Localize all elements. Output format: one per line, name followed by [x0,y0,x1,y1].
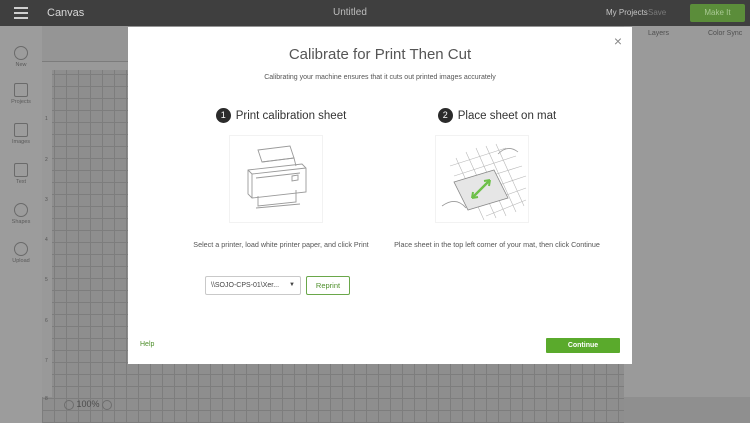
top-bar: Canvas Untitled My Projects Save Make It [0,0,750,26]
zoom-level: 100% [76,399,100,409]
tab-layers[interactable]: Layers [648,30,669,37]
step-number-badge: 2 [437,108,453,123]
left-ruler [42,62,52,397]
calibration-dialog: × Calibrate for Print Then Cut Calibrati… [128,27,632,364]
printer-illustration [229,135,323,223]
app-title: Canvas [47,7,85,19]
zoom-out-icon[interactable] [64,399,74,410]
sidebar-item-label: Shapes [11,219,31,225]
ruler-number: 6 [45,318,48,324]
step-1-caption: Select a printer, load white printer pap… [193,240,369,249]
ruler-number: 2 [45,157,48,163]
images-icon [14,123,28,137]
chevron-down-icon: ▼ [289,282,295,288]
printer-select[interactable]: \\SOJO-CPS-01\Xer... ▼ [205,276,301,295]
step-2-title: Place sheet on mat [457,110,557,122]
upload-icon [14,242,28,256]
hamburger-menu-icon[interactable] [14,7,28,19]
sidebar-item-label: Upload [12,258,30,264]
plus-icon [14,46,28,60]
sidebar-item-shapes[interactable]: Shapes [0,203,42,225]
layers-panel: Layers Color Sync [624,26,750,423]
sidebar-item-label: Text [15,179,27,185]
sidebar-item-images[interactable]: Images [0,123,42,145]
sidebar-item-upload[interactable]: Upload [0,242,42,264]
sidebar-item-text[interactable]: Text [0,163,42,185]
dialog-subtitle: Calibrating your machine ensures that it… [264,74,496,81]
ruler-number: 4 [45,237,48,243]
dialog-title: Calibrate for Print Then Cut [288,46,472,63]
sidebar-item-projects[interactable]: Projects [0,83,42,105]
left-sidebar: New Projects Images Text Shapes Upload [0,26,42,423]
ruler-number: 8 [45,396,48,402]
document-title[interactable]: Untitled [333,7,367,18]
reprint-button[interactable]: Reprint [306,276,350,295]
step-2-heading: 2 Place sheet on mat [387,108,607,123]
mat-illustration [435,135,529,223]
ruler-number: 7 [45,358,48,364]
shapes-icon [14,203,28,217]
save-button[interactable]: Save [648,8,666,17]
layers-panel-actions [624,397,750,423]
sidebar-item-new[interactable]: New [0,46,42,68]
text-icon [14,163,28,177]
projects-icon [14,83,28,97]
sidebar-item-label: New [15,62,27,68]
zoom-control: 100% [64,399,113,410]
sidebar-item-label: Images [11,139,31,145]
help-link[interactable]: Help [140,341,154,348]
step-2-caption: Place sheet in the top left corner of yo… [394,240,600,249]
ruler-number: 5 [45,277,48,283]
ruler-number: 3 [45,197,48,203]
place-sheet-icon [441,143,527,221]
step-number-badge: 1 [215,108,231,123]
zoom-in-icon[interactable] [102,399,113,410]
continue-button[interactable]: Continue [546,338,620,353]
tab-color-sync[interactable]: Color Sync [708,30,742,37]
my-projects-link[interactable]: My Projects [606,8,648,17]
printer-select-value: \\SOJO-CPS-01\Xer... [211,282,280,289]
step-1-heading: 1 Print calibration sheet [171,108,391,123]
sidebar-item-label: Projects [11,99,31,105]
make-it-button[interactable]: Make It [690,4,745,22]
ruler-number: 1 [45,116,48,122]
step-1-title: Print calibration sheet [235,110,347,122]
printer-icon [247,145,307,209]
